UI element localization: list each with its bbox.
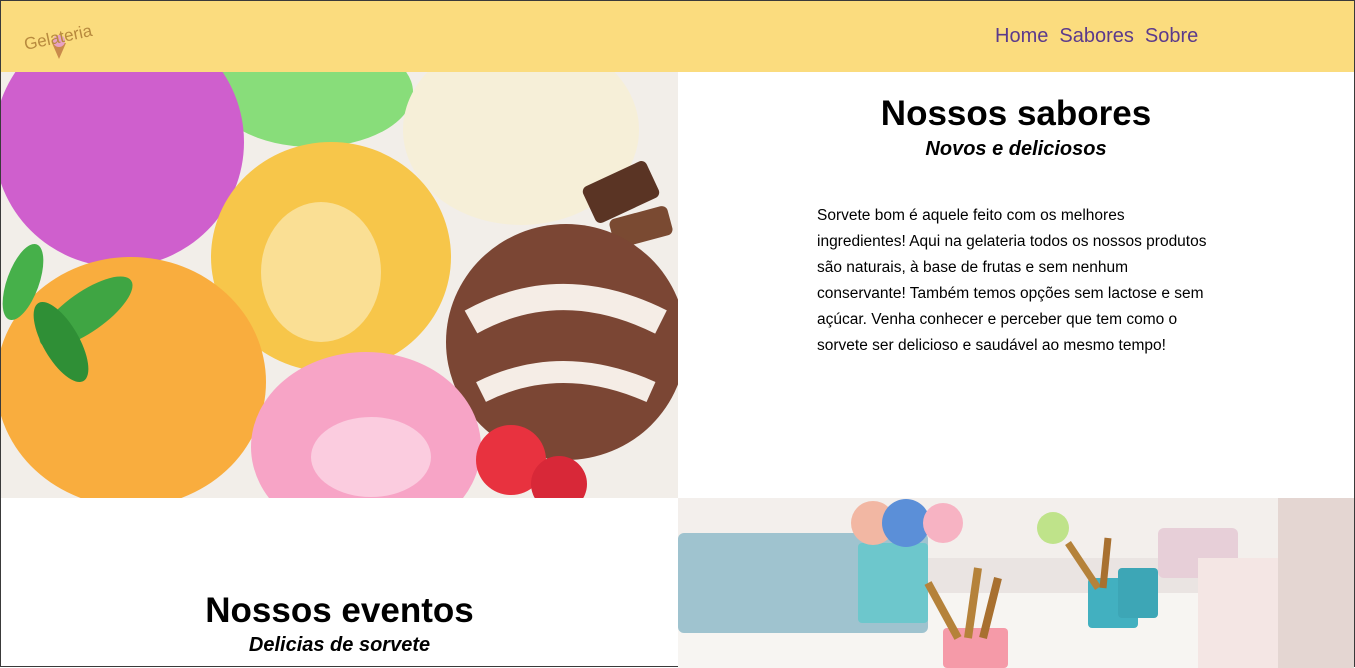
flavors-section: Nossos sabores Novos e deliciosos Sorvet… (678, 72, 1354, 498)
ice-cream-logo-icon: Gelateria (22, 21, 94, 59)
gelateria-logo[interactable]: Gelateria (19, 13, 97, 61)
events-title: Nossos eventos (205, 591, 474, 630)
events-subtitle: Delicias de sorvete (248, 634, 431, 656)
nav-sabores-link[interactable]: Sabores (1059, 25, 1134, 48)
events-section: Nossos eventos Delicias de sorvete (1, 498, 678, 668)
nav-sobre-link[interactable]: Sobre (1145, 25, 1198, 48)
main-nav: Home Sabores Sobre (995, 25, 1198, 48)
flavors-description: Sorvete bom é aquele feito com os melhor… (817, 207, 1207, 354)
events-party-image (678, 498, 1354, 668)
nav-home-link[interactable]: Home (995, 25, 1048, 48)
site-header: Gelateria Home Sabores Sobre (1, 1, 1354, 72)
ice-cream-scoops-image (1, 72, 678, 498)
flavors-subtitle: Novos e deliciosos (925, 138, 1107, 160)
flavors-title: Nossos sabores (880, 94, 1152, 133)
